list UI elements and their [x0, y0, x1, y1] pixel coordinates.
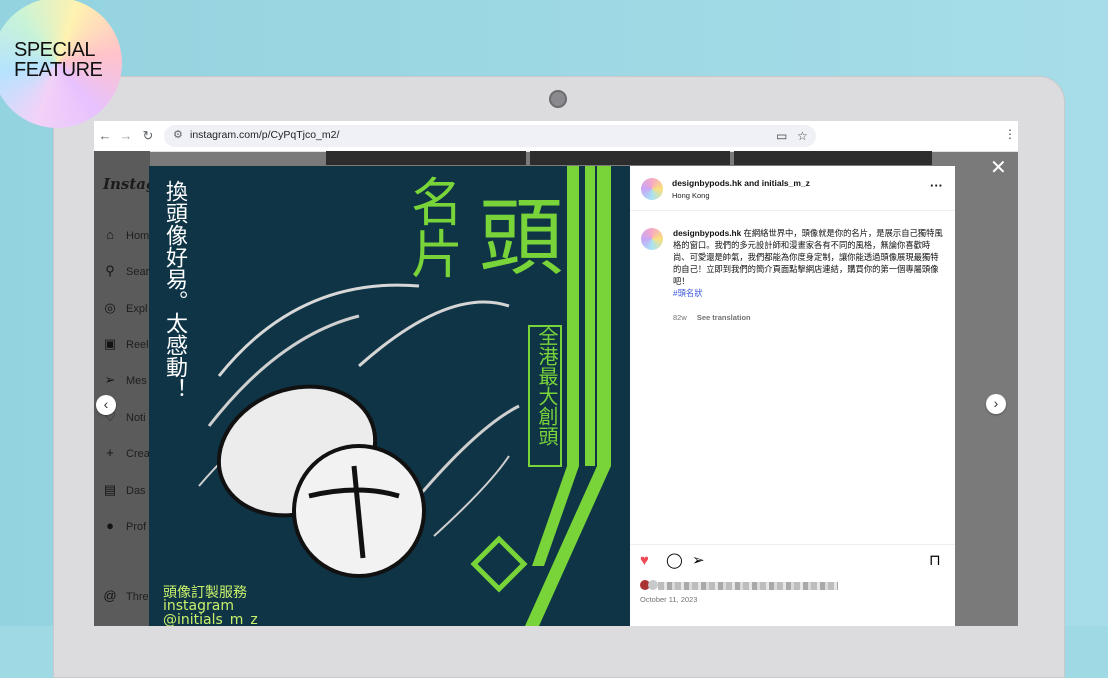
sidebar-item-home[interactable]: ⌂ Hom: [102, 227, 149, 245]
artwork-title-b: 頭: [479, 189, 564, 287]
save-icon[interactable]: ⊓: [929, 553, 941, 569]
create-icon: +: [106, 445, 114, 460]
avatar[interactable]: [641, 178, 663, 200]
post-age: 82w: [673, 313, 687, 322]
post-actions: ♥ ◯ ➢ ⊓ October 11, 2023: [630, 544, 955, 627]
instagram-sidebar: Instagr ⌂ Hom ⚲ Sear ◎ Expl ▣ Reel ➢ Mes ♡ Not…: [94, 151, 164, 626]
badge-line-1: SPECIAL: [14, 39, 95, 61]
reels-icon: ▣: [103, 336, 117, 351]
messages-icon: ➢: [104, 372, 116, 387]
comment-icon[interactable]: ◯: [666, 553, 683, 569]
sidebar-item-search[interactable]: ⚲ Sear: [102, 263, 149, 281]
sidebar-item-create[interactable]: + Crea: [102, 445, 150, 463]
post-detail-panel: designbypods.hk and initials_m_z Hong Ko…: [630, 166, 955, 626]
site-info-icon[interactable]: ⚙: [173, 128, 183, 141]
post-image: 換頭像好易。太感動！ 名片 頭 全港最大創頭 頭像訂製服務 instagram …: [149, 166, 630, 626]
caption-username[interactable]: designbypods.hk: [673, 228, 741, 238]
back-arrow-icon[interactable]: ←: [97, 127, 113, 145]
background-post-thumbnail: [734, 151, 932, 165]
post-header: designbypods.hk and initials_m_z Hong Ko…: [630, 166, 955, 211]
background-post-thumbnail: [530, 151, 730, 165]
previous-post-button[interactable]: ‹: [96, 395, 116, 415]
next-post-button[interactable]: ›: [986, 394, 1006, 414]
address-bar[interactable]: ⚙ instagram.com/p/CyPqTjco_m2/ ▭ ☆: [164, 125, 816, 147]
hashtag-link[interactable]: #頭名狀: [673, 288, 703, 298]
explore-icon: ◎: [104, 300, 116, 315]
avatar[interactable]: [641, 228, 663, 250]
post-caption: designbypods.hk 在網絡世界中，頭像就是你的名片，是展示自己獨特風…: [673, 227, 945, 299]
artwork-handwritten-text: 換頭像好易。太感動！: [162, 180, 187, 400]
badge-line-2: FEATURE: [14, 59, 103, 81]
sidebar-item-messages[interactable]: ➢ Mes: [102, 372, 147, 390]
dashboard-icon: ▤: [103, 482, 117, 497]
sidebar-item-profile[interactable]: ● Prof: [102, 518, 146, 536]
post-author[interactable]: designbypods.hk and initials_m_z: [672, 178, 810, 188]
more-options-icon[interactable]: ···: [930, 178, 943, 193]
artwork-vertical-slogan: 全港最大創頭: [535, 326, 559, 446]
post-location[interactable]: Hong Kong: [672, 191, 710, 200]
home-icon: ⌂: [106, 227, 114, 242]
url-text[interactable]: instagram.com/p/CyPqTjco_m2/: [190, 129, 339, 141]
artwork-handle-text: @initials_m_z: [163, 612, 258, 626]
close-icon[interactable]: ✕: [990, 158, 1007, 178]
sidebar-item-threads[interactable]: @ Thre: [102, 588, 148, 606]
badge-text: SPECIAL FEATURE: [14, 39, 103, 81]
reload-icon[interactable]: ↻: [140, 127, 156, 145]
background-post-thumbnail: [326, 151, 526, 165]
likes-blurred: [658, 582, 838, 590]
liker-avatar: [648, 580, 658, 590]
artwork-title-a: 名片: [411, 174, 464, 286]
cast-icon[interactable]: ▭: [776, 129, 787, 143]
sidebar-item-reels[interactable]: ▣ Reel: [102, 336, 149, 354]
profile-icon: ●: [106, 518, 114, 533]
sidebar-item-explore[interactable]: ◎ Expl: [102, 300, 147, 318]
post-date: October 11, 2023: [640, 595, 698, 604]
bookmark-star-icon[interactable]: ☆: [797, 129, 808, 143]
threads-icon: @: [103, 588, 117, 603]
see-translation-link[interactable]: See translation: [697, 313, 751, 322]
browser-toolbar: ← → ↻ ⚙ instagram.com/p/CyPqTjco_m2/ ▭ ☆…: [94, 121, 1018, 152]
kebab-menu-icon[interactable]: ⋮: [1004, 127, 1016, 141]
webcam: [549, 90, 567, 108]
sidebar-item-dashboard[interactable]: ▤ Das: [102, 482, 146, 500]
forward-arrow-icon[interactable]: →: [118, 127, 134, 145]
post-meta: 82w See translation: [673, 313, 751, 322]
search-icon: ⚲: [105, 263, 115, 278]
heart-icon[interactable]: ♥: [640, 553, 649, 569]
share-icon[interactable]: ➢: [692, 553, 705, 569]
